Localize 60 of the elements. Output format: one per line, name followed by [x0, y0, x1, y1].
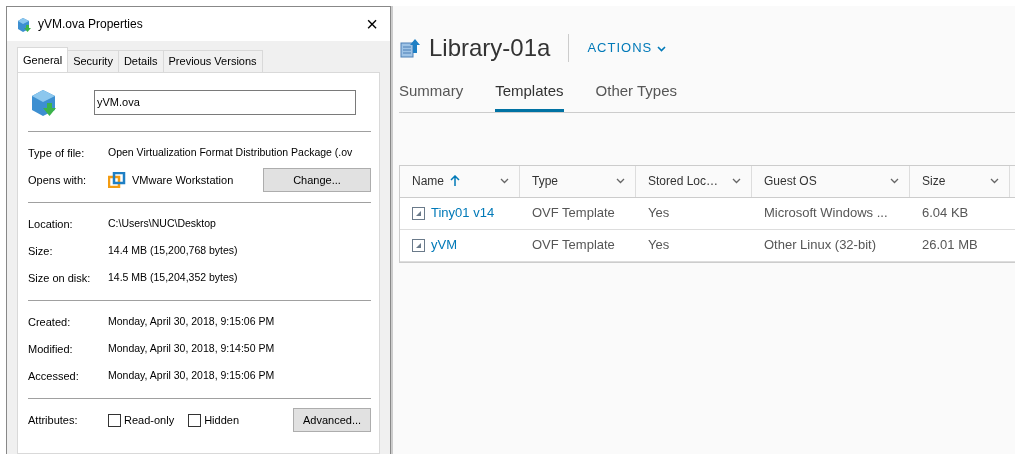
field-value: Monday, April 30, 2018, 9:15:06 PM	[108, 314, 275, 330]
chevron-down-icon	[656, 45, 666, 52]
library-title: Library-01a	[429, 33, 551, 63]
window-title: yVM.ova Properties	[38, 16, 143, 33]
chevron-down-icon	[616, 178, 625, 184]
column-header[interactable]: Name	[400, 165, 520, 197]
tab[interactable]: General	[17, 47, 69, 72]
chevron-down-icon	[990, 178, 999, 184]
field-value: 14.5 MB (15,204,352 bytes)	[108, 270, 238, 286]
chevron-down-icon	[890, 178, 899, 184]
template-link[interactable]: Tiny01 v14	[431, 203, 495, 223]
app-icon	[108, 172, 126, 188]
table-cell-text: Yes	[647, 236, 671, 255]
table-cell-text: Yes	[647, 204, 671, 223]
library-icon	[399, 37, 421, 59]
table-cell-text: 26.01 MB	[921, 236, 979, 255]
field-label: Type of file:	[28, 145, 86, 161]
field-value: Monday, April 30, 2018, 9:15:06 PM	[108, 368, 275, 384]
tab[interactable]: Templates	[495, 76, 564, 112]
checkbox[interactable]	[108, 413, 121, 427]
tab[interactable]: Summary	[399, 76, 464, 112]
field-label: Size on disk:	[28, 270, 92, 286]
field-value: VMware Workstation	[132, 172, 234, 188]
table-cell-text: Other Linux (32-bit)	[763, 236, 877, 255]
column-header[interactable]: Stored Loc…	[636, 165, 752, 197]
table-cell-text: Microsoft Windows ...	[763, 204, 889, 223]
column-header[interactable]: Size	[910, 165, 1010, 197]
field-label: Opens with:	[28, 172, 88, 188]
tab[interactable]: Previous Versions	[162, 50, 263, 72]
column-header[interactable]: Type	[520, 165, 636, 197]
checkbox[interactable]	[188, 413, 202, 427]
chevron-down-icon	[500, 178, 509, 184]
checkbox-label[interactable]: Hidden	[204, 411, 239, 429]
chevron-down-icon	[732, 178, 741, 184]
column-header[interactable]: Guest OS	[752, 165, 910, 197]
template-icon	[412, 238, 425, 252]
field-label: Size:	[28, 243, 54, 259]
field-label: Location:	[28, 216, 74, 232]
field-label: Accessed:	[28, 368, 80, 384]
field-label: Created:	[28, 314, 72, 330]
field-value: Monday, April 30, 2018, 9:14:50 PM	[108, 341, 275, 357]
table-cell-text: OVF Template	[531, 236, 616, 255]
field-value: 14.4 MB (15,200,768 bytes)	[108, 243, 238, 259]
field-value: C:\Users\NUC\Desktop	[108, 216, 216, 232]
sort-up-icon	[450, 175, 460, 187]
close-button[interactable]: ×	[362, 14, 382, 34]
checkbox-label[interactable]: Read-only	[124, 411, 175, 429]
file-name-field[interactable]: yVM.ova	[94, 90, 356, 115]
field-label: Modified:	[28, 341, 74, 357]
change-button[interactable]: Change...	[263, 167, 371, 193]
package-icon	[15, 15, 32, 33]
advanced-button[interactable]: Advanced...	[293, 407, 371, 433]
field-value: Open Virtualization Format Distribution Package (.ov	[108, 145, 353, 161]
tab[interactable]: Other Types	[595, 76, 677, 112]
template-link[interactable]: yVM	[431, 235, 457, 255]
table-cell-text: 6.04 KB	[921, 204, 970, 223]
template-icon	[412, 206, 425, 220]
table-cell-text: OVF Template	[531, 204, 616, 223]
actions-menu[interactable]: ACTIONS	[587, 38, 666, 58]
field-label: Attributes:	[28, 412, 79, 428]
